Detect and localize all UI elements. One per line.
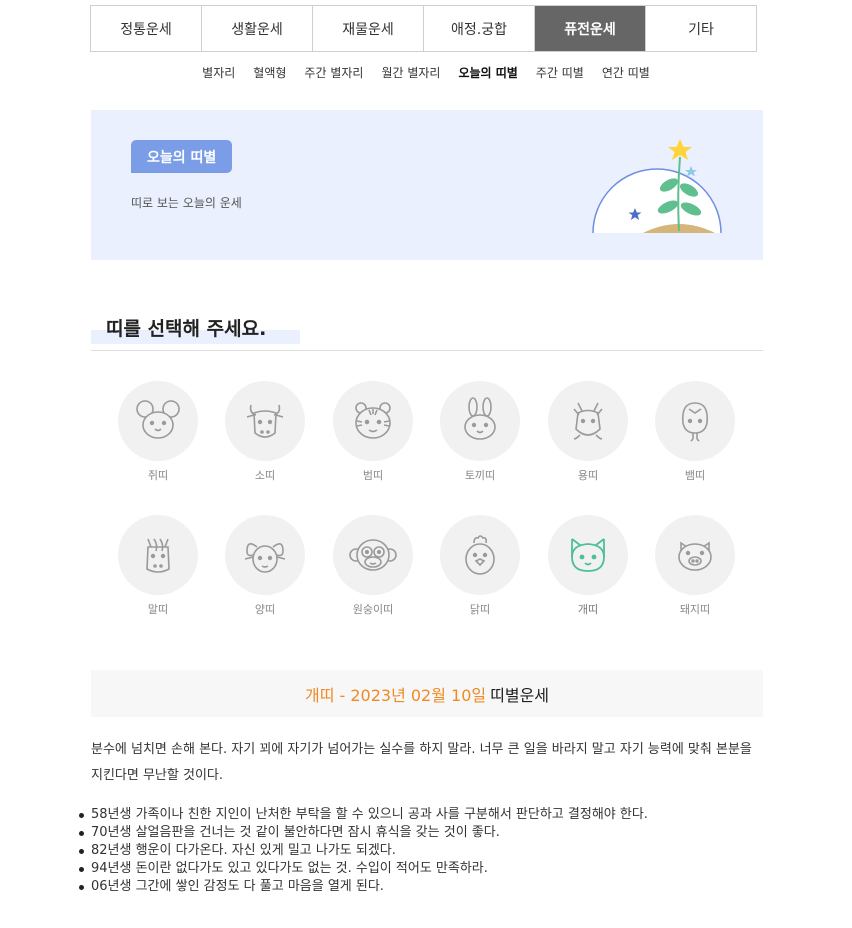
monkey-icon <box>349 539 397 571</box>
zodiac-label: 소띠 <box>254 469 276 482</box>
tab-other[interactable]: 기타 <box>646 6 756 51</box>
rabbit-icon <box>464 397 496 440</box>
tab-love-compatibility[interactable]: 애정.궁합 <box>424 6 535 51</box>
zodiac-label: 쥐띠 <box>147 469 169 482</box>
result-date-highlight: 개띠 - 2023년 02월 10일 <box>304 685 487 705</box>
zodiac-rooster[interactable]: 닭띠 <box>440 515 520 625</box>
zodiac-horse[interactable]: 말띠 <box>118 515 198 625</box>
subnav-monthly-constellation[interactable]: 월간 별자리 <box>381 64 440 81</box>
banner-subtitle: 띠로 보는 오늘의 운세 <box>131 196 242 210</box>
zodiac-rabbit[interactable]: 토끼띠 <box>440 381 520 491</box>
page-banner: 오늘의 띠별 띠로 보는 오늘의 운세 <box>91 110 763 260</box>
zodiac-label: 토끼띠 <box>464 469 496 482</box>
tab-wealth[interactable]: 재물운세 <box>313 6 424 51</box>
subnav-today-zodiac[interactable]: 오늘의 띠별 <box>458 64 517 81</box>
horse-icon <box>146 538 170 573</box>
zodiac-select-heading: 띠를 선택해 주세요. <box>91 312 763 351</box>
zodiac-label: 원숭이띠 <box>352 603 394 616</box>
list-item: 70년생 살얼음판을 건너는 것 같이 불안하다면 잠시 휴식을 갖는 것이 좋… <box>79 824 763 842</box>
ox-icon <box>246 404 284 438</box>
dog-icon <box>571 538 605 572</box>
subnav-yearly-zodiac[interactable]: 연간 띠별 <box>602 64 650 81</box>
zodiac-snake[interactable]: 뱀띠 <box>655 381 735 491</box>
zodiac-pig[interactable]: 돼지띠 <box>655 515 735 625</box>
sprout-star-illustration <box>592 139 722 234</box>
tab-lifestyle[interactable]: 생활운세 <box>202 6 313 51</box>
list-item: 94년생 돈이란 없다가도 있고 있다가도 없는 것. 수입이 적어도 만족하라… <box>79 860 763 878</box>
zodiac-label: 닭띠 <box>469 603 491 616</box>
zodiac-label: 양띠 <box>254 603 276 616</box>
result-title: 띠별운세 <box>490 685 550 705</box>
main-category-tabs: 정통운세 생활운세 재물운세 애정.궁합 퓨전운세 기타 <box>90 5 757 52</box>
list-item: 82년생 행운이 다가온다. 자신 있게 밀고 나가도 되겠다. <box>79 842 763 860</box>
zodiac-sheep[interactable]: 양띠 <box>225 515 305 625</box>
zodiac-label: 말띠 <box>147 603 169 616</box>
pig-icon <box>678 541 712 571</box>
fortune-description: 분수에 넘치면 손해 본다. 자기 꾀에 자기가 넘어가는 실수를 하지 말라.… <box>91 742 752 783</box>
sheep-icon <box>244 543 286 573</box>
list-item: 06년생 그간에 쌓인 감정도 다 풀고 마음을 열게 된다. <box>79 878 763 896</box>
subnav-weekly-constellation[interactable]: 주간 별자리 <box>304 64 363 81</box>
banner-badge: 오늘의 띠별 <box>131 140 233 173</box>
subnav-constellation[interactable]: 별자리 <box>202 64 235 81</box>
zodiac-monkey[interactable]: 원숭이띠 <box>333 515 413 625</box>
zodiac-label: 돼지띠 <box>679 603 711 616</box>
zodiac-tiger[interactable]: 범띠 <box>333 381 413 491</box>
rat-icon <box>136 400 180 439</box>
zodiac-label: 범띠 <box>362 469 384 482</box>
zodiac-label: 개띠 <box>577 603 599 616</box>
fortune-result-header: 개띠 - 2023년 02월 10일 띠별운세 <box>91 670 763 717</box>
subnav-weekly-zodiac[interactable]: 주간 띠별 <box>536 64 584 81</box>
subnav-blood-type[interactable]: 혈액형 <box>253 64 286 81</box>
tiger-icon <box>355 402 391 439</box>
tab-traditional[interactable]: 정통운세 <box>91 6 202 51</box>
zodiac-label: 용띠 <box>577 469 599 482</box>
sub-navigation: 별자리 혈액형 주간 별자리 월간 별자리 오늘의 띠별 주간 띠별 연간 띠별 <box>0 64 852 81</box>
dragon-icon <box>573 402 603 440</box>
zodiac-label: 뱀띠 <box>684 469 706 482</box>
zodiac-dog[interactable]: 개띠 <box>548 515 628 625</box>
section-title: 띠를 선택해 주세요. <box>106 318 267 340</box>
zodiac-rat[interactable]: 쥐띠 <box>118 381 198 491</box>
zodiac-dragon[interactable]: 용띠 <box>548 381 628 491</box>
tab-fusion[interactable]: 퓨전운세 <box>535 6 646 51</box>
snake-icon <box>681 402 709 442</box>
rooster-icon <box>465 535 495 575</box>
zodiac-ox[interactable]: 소띠 <box>225 381 305 491</box>
birth-year-fortune-list: 58년생 가족이나 친한 지인이 난처한 부탁을 할 수 있으니 공과 사를 구… <box>79 806 763 896</box>
list-item: 58년생 가족이나 친한 지인이 난처한 부탁을 할 수 있으니 공과 사를 구… <box>79 806 763 824</box>
